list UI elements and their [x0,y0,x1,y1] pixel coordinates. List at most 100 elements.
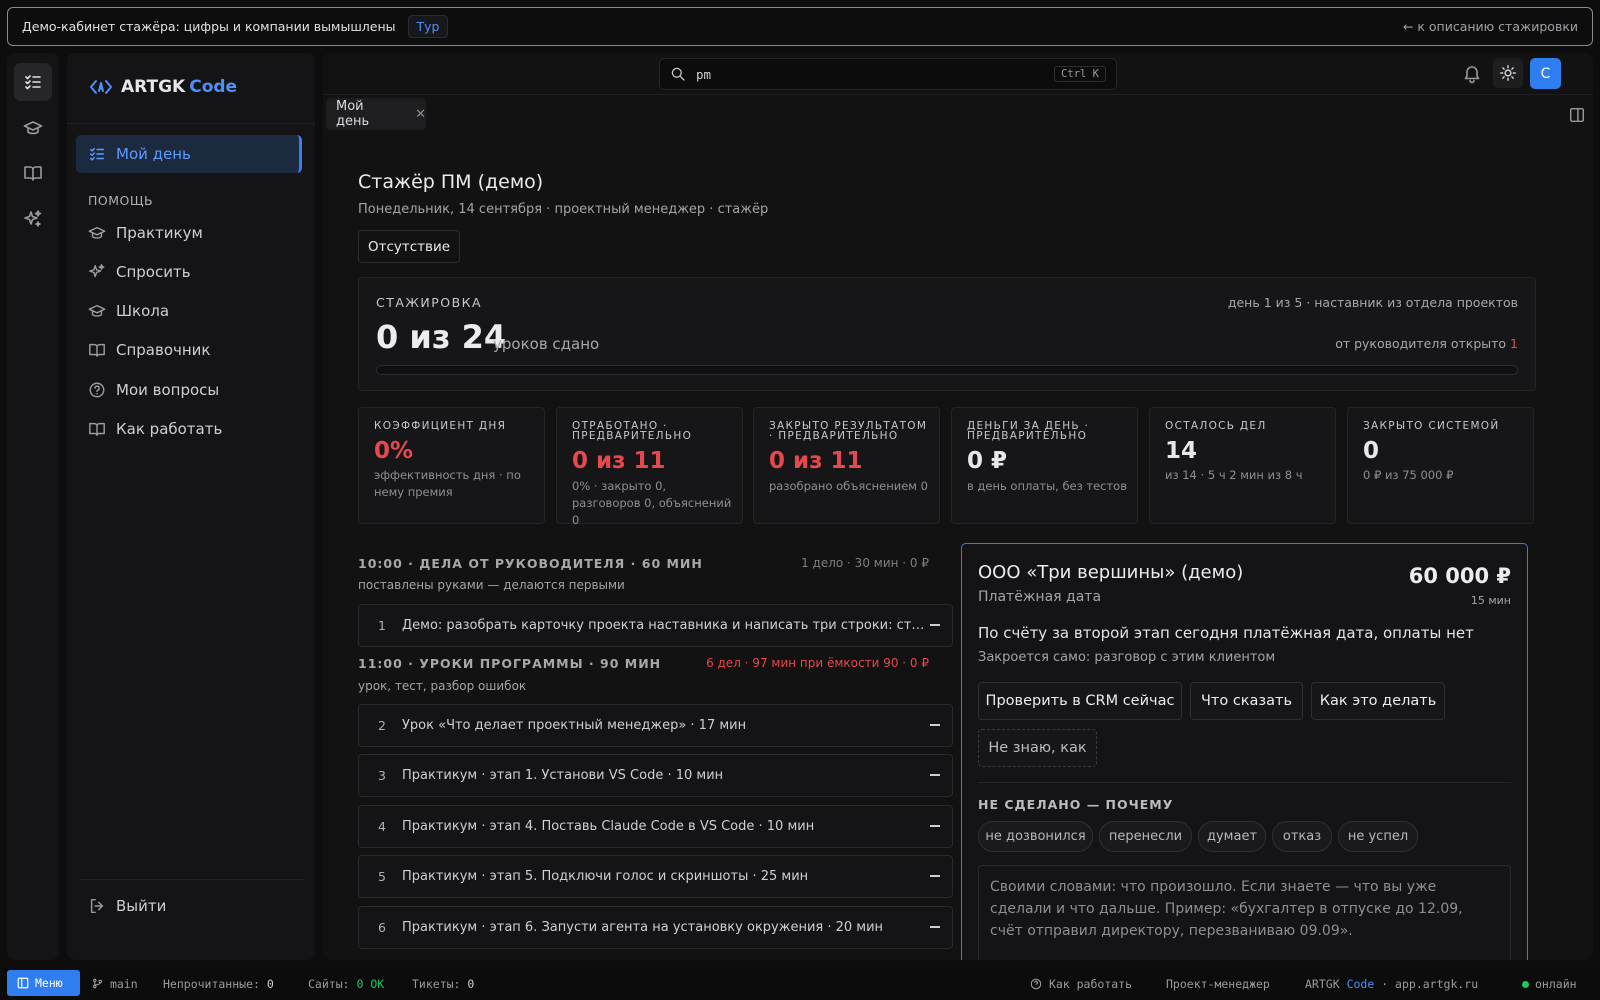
sidebar-item-how-to-work[interactable]: Как работать [76,410,302,448]
task-number: 6 [378,920,386,935]
banner-text: Демо-кабинет стажёра: цифры и компании в… [22,19,396,34]
section-summary: 1 дело · 30 мин · 0 ₽ [801,556,929,570]
kpi-value: 0% [374,438,414,464]
kpi-closed-system: ЗАКРЫТО СИСТЕМОЙ 0 0 ₽ из 75 000 ₽ [1347,407,1534,524]
kpi-day-coefficient: КОЭФФИЦИЕНТ ДНЯ 0% эффективность дня · п… [358,407,545,524]
logout-button[interactable]: Выйти [76,887,302,925]
checklist-icon [25,75,41,90]
tab-bar: Мой день ✕ [323,96,1593,136]
opened-by-manager-text: от руководителя открыто [1335,336,1511,351]
menu-button[interactable]: Меню [7,970,80,996]
sidebar-item-my-day[interactable]: Мой день [76,135,302,173]
sidebar-item-label: Справочник [116,341,211,359]
collapse-icon[interactable] [930,875,940,877]
sidebar-item-my-questions[interactable]: Мои вопросы [76,371,302,409]
task-row[interactable]: 5 Практикум · этап 5. Подключи голос и с… [358,855,953,898]
brand-domain: ARTGK Code · app.artgk.ru [1305,977,1478,991]
check-crm-button[interactable]: Проверить в CRM сейчас [978,682,1182,720]
kpi-note: разобрано объяснением 0 [769,479,928,493]
split-view-button[interactable] [1568,106,1586,128]
kpi-note: 0% · закрыто 0, разговоров 0, объяснений… [572,479,732,527]
back-to-description-link[interactable]: ← к описанию стажировки [1403,19,1578,34]
task-row[interactable]: 3 Практикум · этап 1. Установи VS Code ·… [358,754,953,797]
kpi-value: 0 из 11 [572,448,666,474]
rail-reference-button[interactable] [14,154,52,192]
logout-icon [90,898,104,914]
menu-label: Меню [35,976,63,990]
kpi-note: из 14 · 5 ч 2 мин из 8 ч [1165,468,1303,482]
online-status: онлайн [1522,977,1577,991]
reason-chip[interactable]: перенесли [1099,821,1192,852]
what-to-say-button[interactable]: Что сказать [1190,682,1303,720]
reason-chip[interactable]: думает [1198,821,1266,852]
kpi-label: ОТРАБОТАНО · ПРЕДВАРИТЕЛЬНО [572,420,693,442]
sites-value: 0 OK [356,977,385,991]
logo-main: ARTGK [121,77,186,97]
sidebar-item-label: Спросить [116,263,191,281]
theme-toggle-button[interactable] [1493,58,1523,88]
collapse-icon[interactable] [930,774,940,776]
how-to-work-link[interactable]: Как работать [1030,977,1132,991]
icon-rail [7,53,59,960]
notifications-button[interactable] [1462,64,1482,88]
reason-chip[interactable]: отказ [1272,821,1332,852]
tab-label: Мой день [336,99,370,129]
task-text: Практикум · этап 1. Установи VS Code · 1… [402,768,724,783]
sidebar-item-reference[interactable]: Справочник [76,331,302,369]
collapse-icon[interactable] [930,624,940,626]
page-subtitle: Понедельник, 14 сентября · проектный мен… [358,202,769,217]
rail-school-button[interactable] [14,109,52,147]
tour-button[interactable]: Тур [407,15,449,38]
section-title: 10:00 · ДЕЛА ОТ РУКОВОДИТЕЛЯ · 60 МИН [358,556,703,571]
client-duration: 15 мин [1470,594,1511,607]
absence-button[interactable]: Отсутствие [358,230,460,263]
reason-textarea[interactable]: Своими словами: что произошло. Если знае… [978,865,1511,960]
close-icon[interactable]: ✕ [415,107,426,122]
sidebar-item-label: Школа [116,302,170,320]
tickets-indicator[interactable]: Тикеты: 0 [412,977,474,991]
task-row[interactable]: 2 Урок «Что делает проектный менеджер» ·… [358,704,953,747]
rail-ask-button[interactable] [14,200,52,238]
internship-progress-bar [376,365,1518,375]
logo[interactable]: ARTGK Code [89,77,237,97]
collapse-icon[interactable] [930,825,940,827]
section-subtitle: урок, тест, разбор ошибок [358,679,527,693]
avatar[interactable]: С [1530,58,1561,89]
reason-chip[interactable]: не дозвонился [978,821,1093,852]
logout-label: Выйти [116,897,167,915]
kpi-value: 0 ₽ [967,448,1008,474]
task-row[interactable]: 6 Практикум · этап 6. Запусти агента на … [358,906,953,949]
main-panel: pm Ctrl K С Мой день ✕ Стажёр ПМ (демо) … [323,53,1593,960]
kpi-value: 0 [1363,438,1380,464]
rail-my-day-button[interactable] [14,63,52,101]
task-row[interactable]: 4 Практикум · этап 4. Поставь Claude Cod… [358,805,953,848]
sidebar-item-ask[interactable]: Спросить [76,253,302,291]
opened-by-manager: от руководителя открыто 1 [1335,336,1518,351]
collapse-icon[interactable] [930,926,940,928]
sidebar-item-practicum[interactable]: Практикум [76,214,302,252]
task-row[interactable]: 1 Демо: разобрать карточку проекта наста… [358,604,953,647]
collapse-icon[interactable] [930,724,940,726]
search-input[interactable]: pm Ctrl K [659,58,1117,90]
book-icon [89,343,105,358]
task-number: 4 [378,819,386,834]
opened-by-manager-count: 1 [1510,336,1518,351]
reason-chip[interactable]: не успел [1338,821,1418,852]
branch-indicator[interactable]: main [92,977,138,991]
role-indicator: Проект-менеджер [1166,977,1270,991]
kpi-label: ОСТАЛОСЬ ДЕЛ [1165,420,1267,432]
dont-know-button[interactable]: Не знаю, как [978,729,1097,767]
section-title: 11:00 · УРОКИ ПРОГРАММЫ · 90 МИН [358,656,662,671]
how-to-do-button[interactable]: Как это делать [1311,682,1445,720]
not-done-label: НЕ СДЕЛАНО — ПОЧЕМУ [978,797,1174,812]
unread-indicator[interactable]: Непрочитанные: 0 [163,977,274,991]
sites-indicator[interactable]: Сайты: 0 OK [308,977,384,991]
task-number: 3 [378,768,386,783]
tab-my-day[interactable]: Мой день ✕ [326,98,426,130]
sidebar: ARTGK Code Мой день ПОМОЩЬ Практикум Спро… [67,53,315,960]
sidebar-item-label: Мой день [116,145,191,163]
graduation-cap-icon [23,121,43,135]
section-subtitle: поставлены руками — делаются первыми [358,578,625,592]
brand-main: ARTGK [1305,977,1340,991]
sidebar-item-school[interactable]: Школа [76,292,302,330]
